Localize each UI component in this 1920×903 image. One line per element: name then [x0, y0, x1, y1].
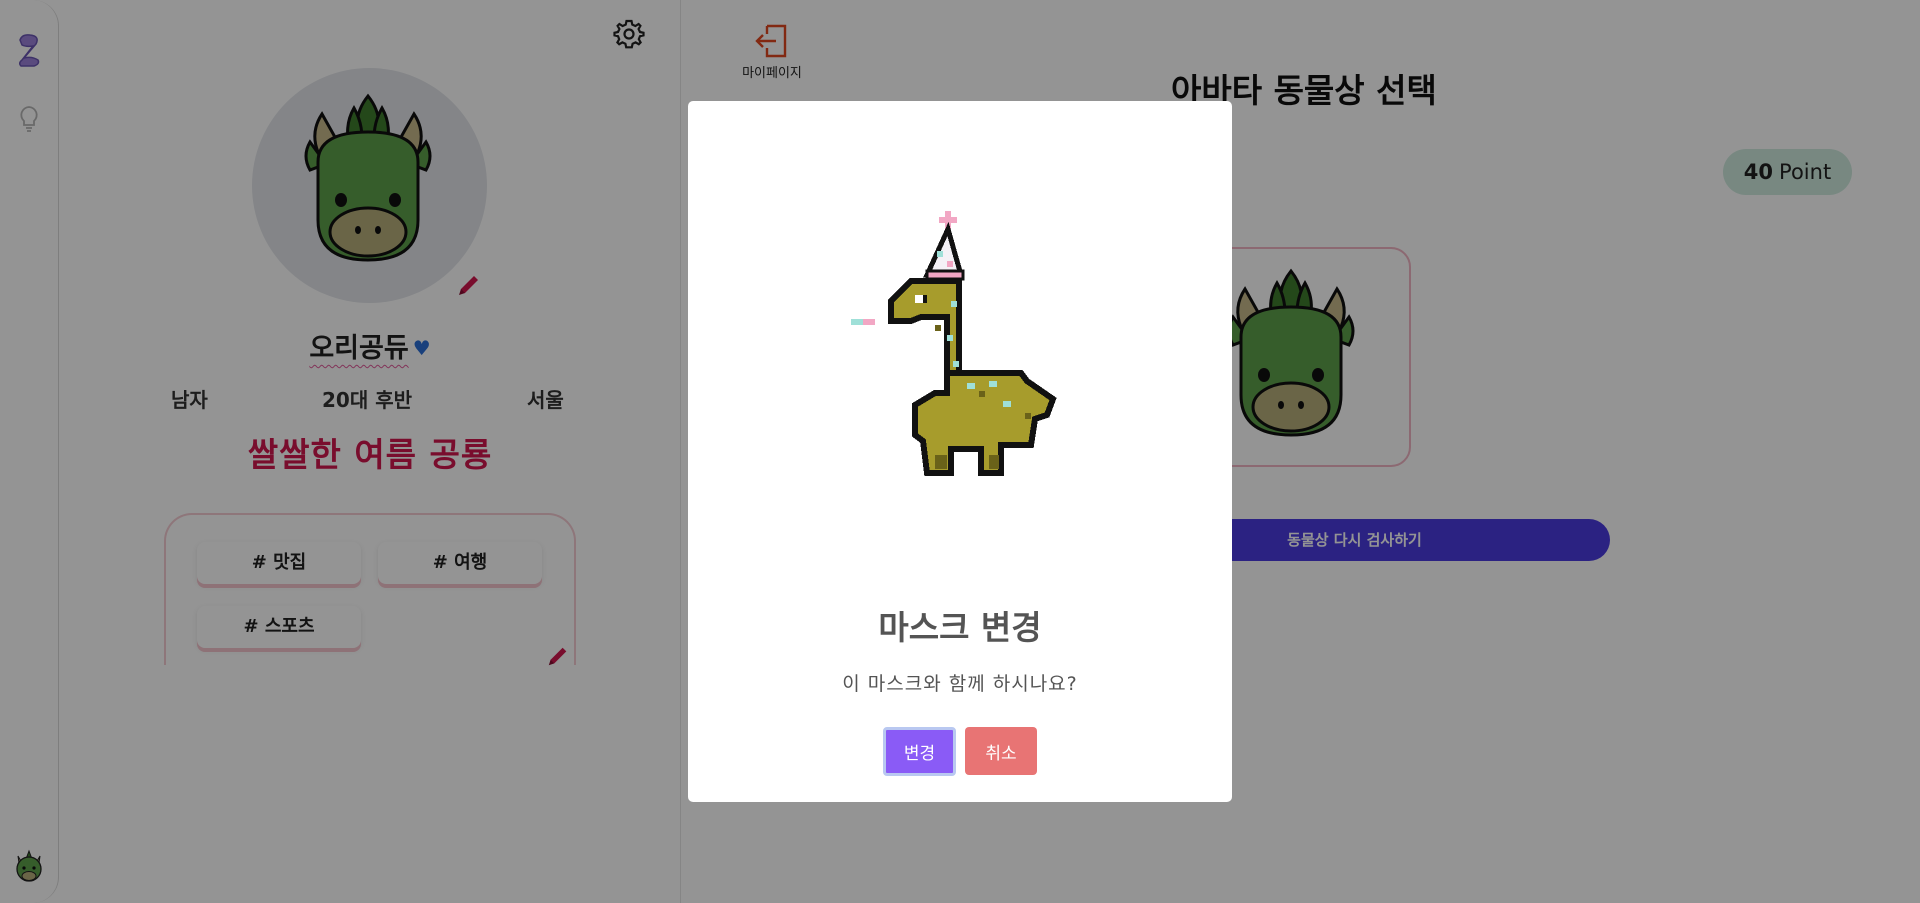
change-mask-dialog: 마스크 변경 이 마스크와 함께 하시나요? 변경 취소: [688, 101, 1232, 802]
pixel-dinosaur-mask-image: [851, 211, 1057, 476]
dialog-title: 마스크 변경: [878, 608, 1042, 647]
cancel-button[interactable]: 취소: [965, 727, 1037, 775]
dialog-message: 이 마스크와 함께 하시나요?: [842, 673, 1078, 695]
confirm-change-button[interactable]: 변경: [883, 727, 956, 776]
